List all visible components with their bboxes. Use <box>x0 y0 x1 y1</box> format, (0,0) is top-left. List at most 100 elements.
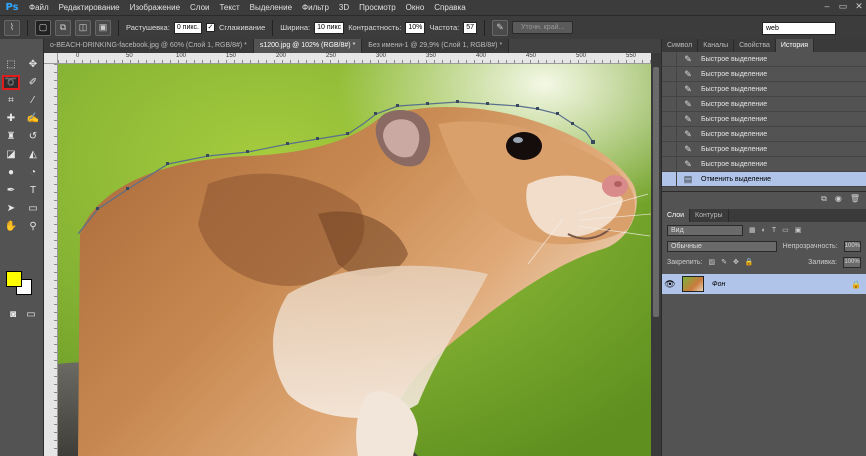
history-item[interactable]: ✎ Быстрое выделение <box>662 111 866 127</box>
history-item[interactable]: ✎ Быстрое выделение <box>662 51 866 67</box>
menu-layers[interactable]: Слои <box>185 0 214 15</box>
foreground-color-swatch[interactable] <box>6 271 22 287</box>
menu-edit[interactable]: Редактирование <box>54 0 125 15</box>
zoom-tool-icon[interactable]: ⚲ <box>24 219 42 234</box>
ruler-mark: 0 <box>76 53 80 59</box>
move-tool-icon[interactable]: ✥ <box>24 57 42 72</box>
lock-position-icon[interactable]: ✥ <box>733 258 739 266</box>
smart-filter-icon[interactable]: ▣ <box>795 226 802 234</box>
magnetic-lasso-preset-icon[interactable]: ⌇ <box>4 19 20 36</box>
document-tabs: o-BEACH-DRINKING-facebook.jpg @ 60% (Сло… <box>44 39 661 53</box>
canvas-vertical-scrollbar[interactable] <box>651 53 661 456</box>
menu-view[interactable]: Просмотр <box>354 0 401 15</box>
tab-properties[interactable]: Свойства <box>734 39 776 52</box>
ruler-mark: 350 <box>426 53 437 59</box>
new-selection-icon[interactable]: ▢ <box>35 19 51 36</box>
eraser-tool-icon[interactable]: ◪ <box>2 147 20 162</box>
blur-tool-icon[interactable]: ● <box>2 165 20 180</box>
refine-edge-button[interactable]: Уточн. край... <box>512 21 574 34</box>
doc-tab-s1200[interactable]: s1200.jpg @ 102% (RGB/8#) * <box>253 39 363 53</box>
workspace-select[interactable]: web <box>762 22 836 35</box>
menu-help[interactable]: Справка <box>429 0 470 15</box>
quick-selection-icon: ✎ <box>684 143 692 154</box>
tab-layers[interactable]: Слои <box>662 209 691 222</box>
lock-all-icon[interactable]: 🔒 <box>745 258 754 266</box>
close-icon[interactable]: ✕ <box>854 1 864 11</box>
tab-history[interactable]: История <box>775 39 815 52</box>
adjustment-filter-icon[interactable]: ◐ <box>762 227 766 234</box>
layer-filter-select[interactable]: Вид <box>667 224 743 236</box>
crop-tool-icon[interactable]: ⌗ <box>2 93 20 108</box>
menu-file[interactable]: Файл <box>24 0 54 15</box>
width-input[interactable]: 10 пикс <box>314 21 345 34</box>
document-canvas[interactable] <box>58 64 651 456</box>
marquee-tool-icon[interactable]: ⬚ <box>2 57 20 72</box>
menu-3d[interactable]: 3D <box>334 0 354 15</box>
snapshot-icon[interactable]: ◉ <box>835 194 842 203</box>
scrollbar-thumb[interactable] <box>653 67 659 317</box>
rectangle-tool-icon[interactable]: ▭ <box>24 201 42 216</box>
brush-tool-icon[interactable]: ✍ <box>24 111 42 126</box>
healing-brush-tool-icon[interactable]: ✚ <box>2 111 20 126</box>
history-item[interactable]: ✎ Быстрое выделение <box>662 96 866 112</box>
tab-channels[interactable]: Каналы <box>698 39 735 52</box>
menu-type[interactable]: Текст <box>214 0 244 15</box>
quick-mask-icon[interactable]: ◙ <box>4 307 22 322</box>
frequency-input[interactable]: 57 <box>463 21 478 34</box>
clone-stamp-tool-icon[interactable]: ♜ <box>2 129 20 144</box>
eyedropper-tool-icon[interactable]: ⁄ <box>24 93 42 108</box>
menu-select[interactable]: Выделение <box>245 0 297 15</box>
hand-tool-icon[interactable]: ✋ <box>2 219 20 234</box>
minimize-icon[interactable]: – <box>822 1 832 11</box>
quick-selection-tool-icon[interactable]: ✐ <box>24 75 42 90</box>
shape-filter-icon[interactable]: ▭ <box>782 226 789 234</box>
add-selection-icon[interactable]: ⧉ <box>55 19 71 36</box>
doc-tab-beach[interactable]: o-BEACH-DRINKING-facebook.jpg @ 60% (Сло… <box>44 39 254 53</box>
deselect-icon: ▤ <box>683 173 693 184</box>
history-item[interactable]: ✎ Быстрое выделение <box>662 66 866 82</box>
lock-pixels-icon[interactable]: ✎ <box>721 258 727 266</box>
pen-pressure-icon[interactable]: ✎ <box>492 19 509 36</box>
doc-tab-untitled[interactable]: Без имени-1 @ 29,9% (Слой 1, RGB/8#) * <box>362 39 510 53</box>
dodge-tool-icon[interactable]: ◔ <box>24 165 42 180</box>
path-selection-tool-icon[interactable]: ➤ <box>2 201 20 216</box>
type-filter-icon[interactable]: T <box>772 227 776 234</box>
lock-transparent-icon[interactable]: ▨ <box>708 258 715 266</box>
paint-bucket-tool-icon[interactable]: ◭ <box>24 147 42 162</box>
tab-character[interactable]: Символ <box>662 39 699 52</box>
feather-input[interactable]: 0 пикс. <box>173 21 202 34</box>
separator <box>27 19 28 36</box>
tab-paths[interactable]: Контуры <box>690 209 729 222</box>
separator <box>272 19 274 36</box>
menu-image[interactable]: Изображение <box>125 0 185 15</box>
color-swatches[interactable] <box>6 271 38 301</box>
menu-window[interactable]: Окно <box>401 0 430 15</box>
antialias-checkbox[interactable]: ✓ <box>205 23 215 32</box>
magnetic-lasso-tool-icon[interactable]: ➰ <box>2 75 20 90</box>
opacity-input[interactable]: 100% <box>843 240 861 252</box>
fill-label: Заливка: <box>808 258 837 266</box>
type-tool-icon[interactable]: T <box>24 183 42 198</box>
history-item[interactable]: ✎ Быстрое выделение <box>662 141 866 157</box>
fill-input[interactable]: 100% <box>843 256 861 268</box>
pen-tool-icon[interactable]: ✒ <box>2 183 20 198</box>
ruler-mark: 50 <box>126 53 133 59</box>
history-item-active[interactable]: ▤ Отменить выделение <box>662 171 866 187</box>
history-brush-tool-icon[interactable]: ↺ <box>24 129 42 144</box>
restore-icon[interactable]: ▭ <box>838 1 848 11</box>
blend-mode-select[interactable]: Обычные <box>667 240 777 252</box>
menu-filter[interactable]: Фильтр <box>297 0 334 15</box>
history-item[interactable]: ✎ Быстрое выделение <box>662 81 866 97</box>
new-document-from-state-icon[interactable]: ⧉ <box>821 194 827 204</box>
layer-background[interactable]: 👁 Фон 🔒 <box>662 274 866 294</box>
screen-mode-icon[interactable]: ▭ <box>22 307 40 322</box>
subtract-selection-icon[interactable]: ◫ <box>75 19 91 36</box>
history-item[interactable]: ✎ Быстрое выделение <box>662 126 866 142</box>
intersect-selection-icon[interactable]: ▣ <box>95 19 111 36</box>
history-item[interactable]: ✎ Быстрое выделение <box>662 156 866 172</box>
eye-icon[interactable]: 👁 <box>662 279 678 290</box>
pixel-filter-icon[interactable]: ▦ <box>749 226 756 234</box>
contrast-input[interactable]: 10% <box>405 21 426 34</box>
window-controls: – ▭ ✕ <box>822 1 864 11</box>
trash-icon[interactable]: 🗑 <box>850 194 860 203</box>
